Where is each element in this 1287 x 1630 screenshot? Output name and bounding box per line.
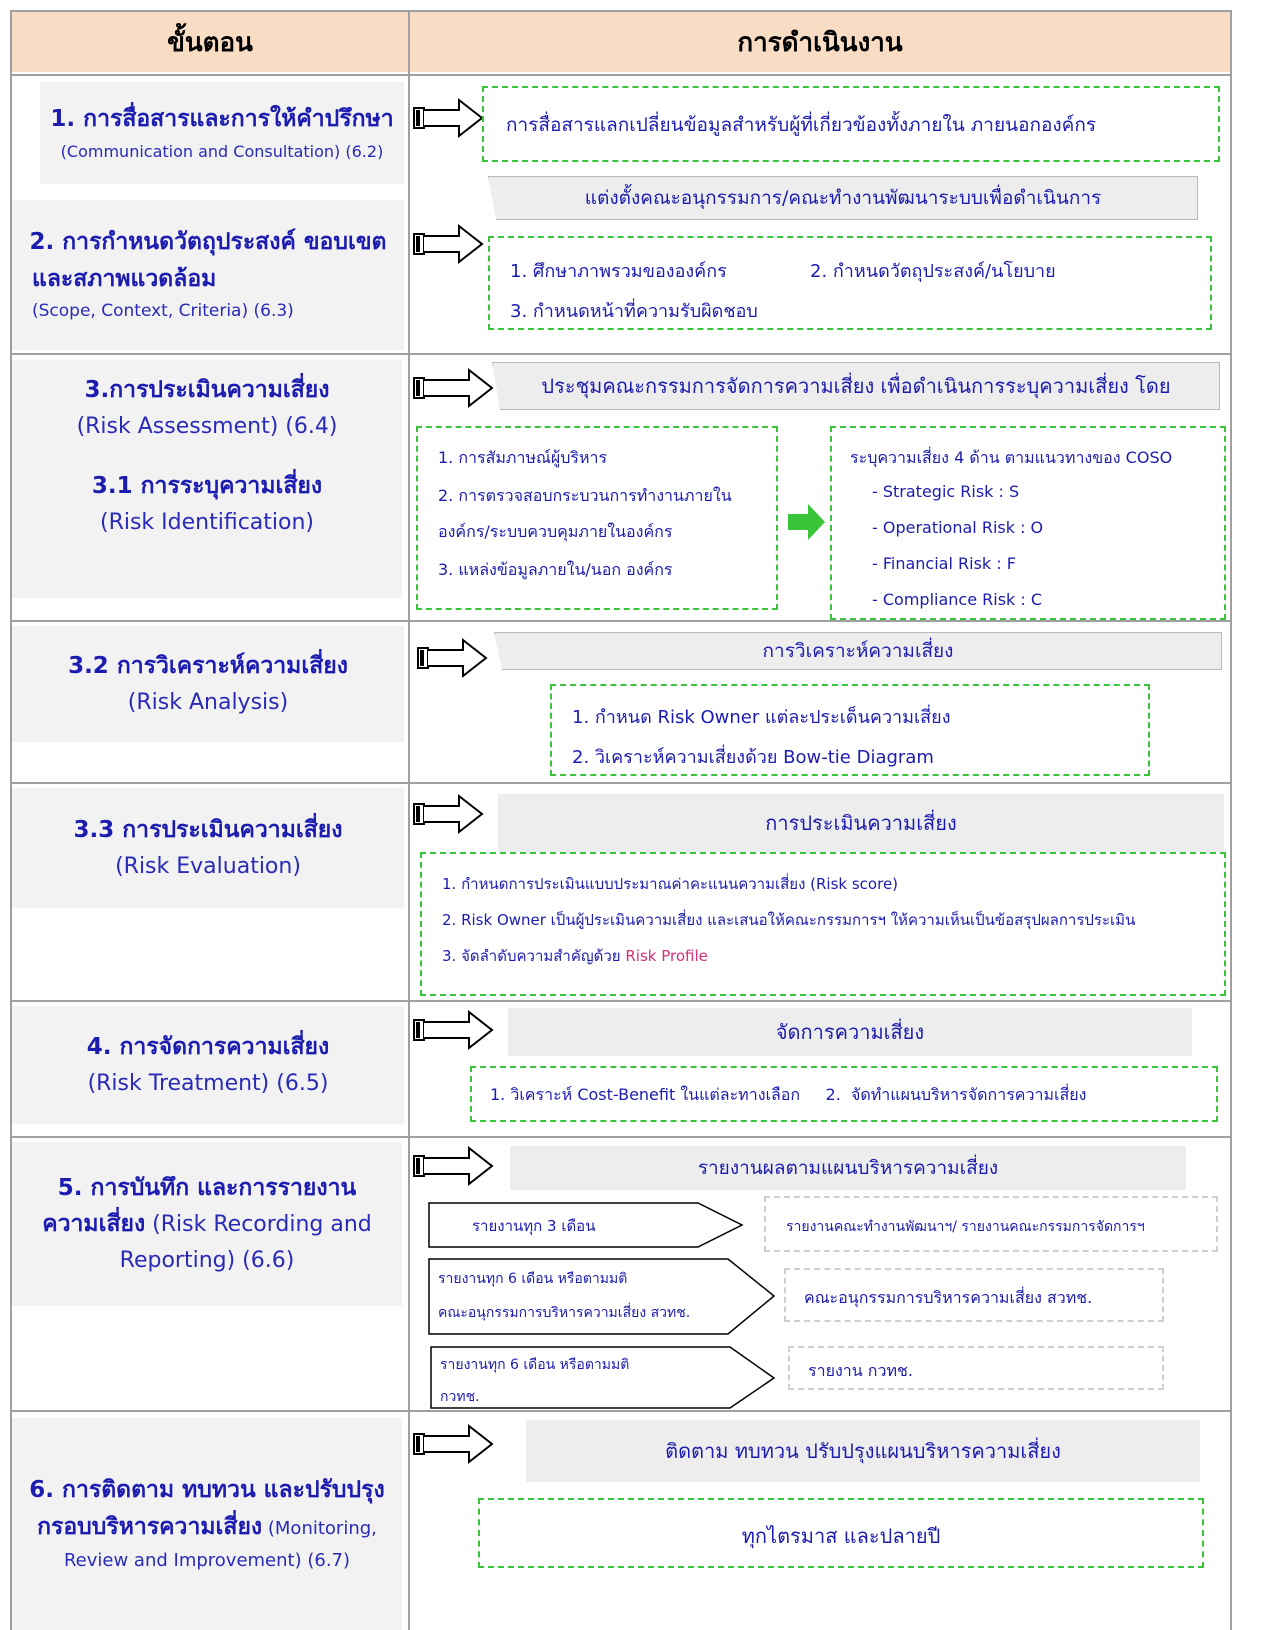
step-1-box-text: การสื่อสารแลกเปลี่ยนข้อมูลสำหรับผู้ที่เก… — [506, 114, 1097, 136]
step-6-title-2: กรอบบริหารความเสี่ยง (Monitoring, — [37, 1513, 377, 1540]
grid-row — [10, 620, 1232, 622]
report-3-months: รายงานทุก 3 เดือน — [472, 1217, 596, 1235]
step-3-left-box: 1. การสัมภาษณ์ผู้บริหาร 2. การตรวจสอบกระ… — [416, 426, 778, 610]
step-4-cell: 4. การจัดการความเสี่ยง (Risk Treatment) … — [12, 1006, 404, 1124]
step-33-cell: 3.3 การประเมินความเสี่ยง (Risk Evaluatio… — [12, 788, 404, 908]
header-steps: ขั้นตอน — [12, 12, 408, 72]
report-3-box-text: รายงานคณะทำงานพัฒนาฯ/ รายงานคณะกรรมการจั… — [786, 1219, 1145, 1235]
step-4-item: 1. วิเคราะห์ Cost-Benefit ในแต่ละทางเลือ… — [490, 1085, 1087, 1104]
coso-item: - Strategic Risk : S — [872, 482, 1020, 501]
step-32-title: 3.2 การวิเคราะห์ความเสี่ยง — [68, 653, 348, 679]
step-6-box-text: ทุกไตรมาส และปลายปี — [741, 1524, 941, 1548]
step-33-title: 3.3 การประเมินความเสี่ยง — [73, 817, 343, 843]
report-6-box-text: คณะอนุกรรมการบริหารความเสี่ยง สวทช. — [804, 1288, 1093, 1307]
step-5-title-1: 5. การบันทึก และการรายงาน — [57, 1174, 357, 1201]
grid-right — [1230, 10, 1232, 1630]
step-32-sub: (Risk Analysis) — [127, 689, 289, 715]
step-2-sub: (Scope, Context, Criteria) (6.3) — [32, 301, 294, 322]
grid-mid — [408, 10, 410, 1630]
grid-row — [10, 782, 1232, 784]
step-2-item: 1. ศึกษาภาพรวมขององค์กร — [510, 261, 727, 282]
step-3-left-item: 2. การตรวจสอบกระบวนการทำงานภายใน — [438, 486, 732, 505]
step-6-title-1: 6. การติดตาม ทบทวน และปรับปรุง — [29, 1476, 385, 1503]
step-33-banner: การประเมินความเสี่ยง — [498, 794, 1224, 852]
step-2-box: 1. ศึกษาภาพรวมขององค์กร 2. กำหนดวัตถุประ… — [488, 236, 1212, 330]
step-3-cell: 3.การประเมินความเสี่ยง (Risk Assessment)… — [12, 360, 402, 598]
arrow-icon — [417, 637, 488, 679]
step-31-title: 3.1 การระบุความเสี่ยง — [91, 472, 323, 499]
step-2-item: 2. กำหนดวัตถุประสงค์/นโยบาย — [810, 261, 1056, 282]
step-4-title: 4. การจัดการความเสี่ยง — [86, 1034, 330, 1060]
step-3-title: 3.การประเมินความเสี่ยง — [84, 377, 330, 403]
step-32-cell: 3.2 การวิเคราะห์ความเสี่ยง (Risk Analysi… — [12, 626, 404, 742]
arrow-icon — [413, 793, 484, 835]
step-3-left-item: 3. แหล่งข้อมูลภายใน/นอก องค์กร — [438, 560, 673, 579]
step-2-item: 3. กำหนดหน้าที่ความรับผิดชอบ — [510, 301, 758, 322]
arrow-icon — [413, 367, 494, 409]
step-2-banner: แต่งตั้งคณะอนุกรรมการ/คณะทำงานพัฒนาระบบเ… — [488, 176, 1198, 220]
green-arrow-icon — [788, 504, 825, 540]
step-33-box: 1. กำหนดการประเมินแบบประมาณค่าคะแนนความเ… — [420, 852, 1226, 996]
step-5-title-3: Reporting) (6.6) — [119, 1248, 295, 1274]
step-1-cell: 1. การสื่อสารและการให้คำปรึกษา (Communic… — [40, 82, 404, 184]
step-1-box: การสื่อสารแลกเปลี่ยนข้อมูลสำหรับผู้ที่เก… — [482, 86, 1220, 162]
report-3-box: รายงานคณะทำงานพัฒนาฯ/ รายงานคณะกรรมการจั… — [764, 1196, 1218, 1252]
step-4-box: 1. วิเคราะห์ Cost-Benefit ในแต่ละทางเลือ… — [470, 1066, 1218, 1122]
step-1-sub: (Communication and Consultation) (6.2) — [60, 141, 384, 161]
step-32-box: 1. กำหนด Risk Owner แต่ละประเด็นความเสี่… — [550, 684, 1150, 776]
step-4-sub: (Risk Treatment) (6.5) — [87, 1070, 329, 1096]
step-31-sub: (Risk Identification) — [99, 509, 314, 535]
report-board: กวทช. — [440, 1389, 480, 1405]
step-32-banner: การวิเคราะห์ความเสี่ยง — [494, 632, 1222, 670]
report-board: รายงานทุก 6 เดือน หรือตามมติ — [440, 1357, 630, 1373]
step-6-banner: ติดตาม ทบทวน ปรับปรุงแผนบริหารความเสี่ยง — [526, 1420, 1200, 1482]
arrow-icon — [413, 223, 484, 265]
report-6-months: รายงานทุก 6 เดือน หรือตามมติ — [438, 1271, 628, 1287]
step-33-item: 1. กำหนดการประเมินแบบประมาณค่าคะแนนความเ… — [442, 875, 899, 893]
coso-item: - Financial Risk : F — [872, 554, 1016, 573]
step-3-banner: ประชุมคณะกรรมการจัดการความเสี่ยง เพื่อดำ… — [492, 362, 1220, 410]
arrow-icon — [413, 1145, 494, 1187]
report-board-box-text: รายงาน กวทช. — [808, 1361, 913, 1380]
step-5-cell: 5. การบันทึก และการรายงาน ความเสี่ยง (Ri… — [12, 1142, 402, 1306]
step-3-left-item: 1. การสัมภาษณ์ผู้บริหาร — [438, 448, 608, 467]
step-32-item: 1. กำหนด Risk Owner แต่ละประเด็นความเสี่… — [572, 707, 951, 728]
grid-row — [10, 1410, 1232, 1412]
step-2-cell: 2. การกำหนดวัตถุประสงค์ ขอบเขต และสภาพแว… — [12, 200, 404, 350]
arrow-icon — [413, 97, 484, 139]
arrow-icon — [413, 1423, 494, 1465]
step-1-title: 1. การสื่อสารและการให้คำปรึกษา — [50, 106, 394, 132]
step-6-box: ทุกไตรมาส และปลายปี — [478, 1498, 1204, 1568]
step-33-item: 3. จัดลำดับความสำคัญด้วย Risk Profile — [442, 947, 708, 965]
grid-row — [10, 74, 1232, 76]
coso-item: - Compliance Risk : C — [872, 590, 1043, 609]
report-6-months: คณะอนุกรรมการบริหารความเสี่ยง สวทช. — [438, 1305, 691, 1321]
step-3-right-box: ระบุความเสี่ยง 4 ด้าน ตามแนวทางของ COSO … — [830, 426, 1226, 620]
step-33-sub: (Risk Evaluation) — [115, 853, 301, 879]
report-board-box: รายงาน กวทช. — [788, 1346, 1164, 1390]
grid-row — [10, 353, 1232, 355]
coso-item: - Operational Risk : O — [872, 518, 1044, 537]
arrow-icon — [413, 1009, 494, 1051]
step-3-left-item: องค์กร/ระบบควบคุมภายในองค์กร — [438, 522, 673, 541]
step-6-title-3: Review and Improvement) (6.7) — [63, 1549, 351, 1571]
header-operations: การดำเนินงาน — [410, 12, 1230, 72]
step-3-sub: (Risk Assessment) (6.4) — [76, 413, 338, 439]
report-6-box: คณะอนุกรรมการบริหารความเสี่ยง สวทช. — [784, 1268, 1164, 1322]
step-33-item: 2. Risk Owner เป็นผู้ประเมินความเสี่ยง แ… — [442, 911, 1136, 929]
grid-row — [10, 1000, 1232, 1002]
step-5-banner: รายงานผลตามแผนบริหารความเสี่ยง — [510, 1146, 1186, 1190]
step-5-title-2: ความเสี่ยง (Risk Recording and — [42, 1211, 372, 1238]
grid-row — [10, 1136, 1232, 1138]
step-32-item: 2. วิเคราะห์ความเสี่ยงด้วย Bow-tie Diagr… — [572, 747, 934, 768]
step-6-cell: 6. การติดตาม ทบทวน และปรับปรุง กรอบบริหา… — [12, 1418, 402, 1630]
step-2-title-1: 2. การกำหนดวัตถุประสงค์ ขอบเขต — [29, 228, 387, 255]
step-2-title-2: และสภาพแวดล้อม — [32, 265, 217, 292]
coso-title: ระบุความเสี่ยง 4 ด้าน ตามแนวทางของ COSO — [850, 448, 1173, 467]
step-4-banner: จัดการความเสี่ยง — [508, 1008, 1192, 1056]
